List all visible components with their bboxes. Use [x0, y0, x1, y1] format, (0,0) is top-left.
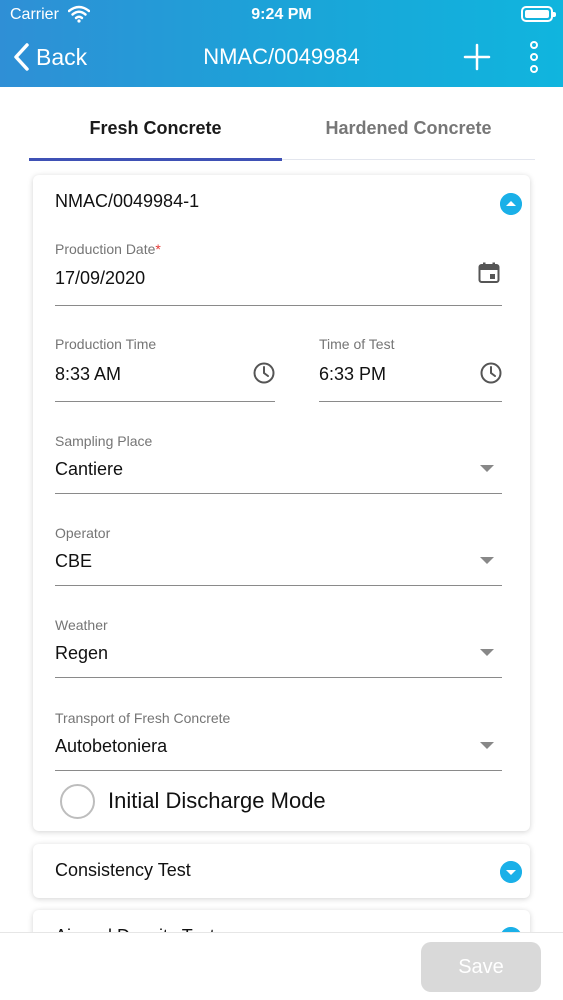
transport-label: Transport of Fresh Concrete [55, 710, 231, 726]
chevron-up-icon[interactable] [500, 193, 522, 215]
time-of-test-field[interactable]: Time of Test 6:33 PM [319, 336, 502, 402]
operator-label: Operator [55, 525, 111, 541]
production-time-field[interactable]: Production Time 8:33 AM [55, 336, 275, 402]
initial-discharge-toggle[interactable]: Initial Discharge Mode [60, 783, 326, 819]
dropdown-arrow-icon [480, 742, 494, 749]
operator-underline [55, 585, 502, 586]
tab-bar: Fresh Concrete Hardened Concrete [29, 98, 535, 161]
production-date-field[interactable]: Production Date* 17/09/2020 [55, 241, 502, 306]
sampling-place-label: Sampling Place [55, 433, 153, 449]
operator-select[interactable]: Operator CBE [55, 525, 502, 587]
status-time: 9:24 PM [251, 6, 312, 23]
dropdown-arrow-icon [480, 649, 494, 656]
weather-underline [55, 677, 502, 678]
calendar-icon[interactable] [478, 262, 500, 284]
weather-label: Weather [55, 617, 108, 633]
sampling-place-underline [55, 493, 502, 494]
weather-value: Regen [55, 643, 109, 663]
battery-icon [521, 6, 556, 22]
initial-discharge-label: Initial Discharge Mode [108, 788, 326, 813]
plus-icon[interactable] [462, 42, 492, 72]
production-date-value: 17/09/2020 [55, 268, 146, 288]
sampling-place-value: Cantiere [55, 459, 124, 479]
time-of-test-label: Time of Test [319, 336, 395, 352]
chevron-down-icon[interactable] [500, 861, 522, 883]
consistency-test-title: Consistency Test [55, 860, 191, 880]
production-time-value: 8:33 AM [55, 364, 122, 384]
consistency-test-section[interactable]: Consistency Test [33, 844, 530, 898]
bottom-action-bar: Save [0, 932, 563, 1000]
app-header: Carrier 9:24 PM Back NMAC/0049984 [0, 0, 563, 87]
production-date-label: Production Date* [55, 241, 161, 257]
transport-value: Autobetoniera [55, 736, 168, 756]
dropdown-arrow-icon [480, 465, 494, 472]
save-button[interactable]: Save [421, 942, 541, 992]
weather-select[interactable]: Weather Regen [55, 617, 502, 679]
operator-value: CBE [55, 551, 93, 571]
sampling-place-select[interactable]: Sampling Place Cantiere [55, 433, 502, 495]
more-vertical-icon[interactable] [522, 40, 546, 74]
status-bar: Carrier 9:24 PM [0, 0, 563, 30]
required-mark: * [155, 241, 161, 257]
clock-icon[interactable] [480, 362, 502, 384]
transport-underline [55, 770, 502, 771]
sample-card: NMAC/0049984-1 Production Date* 17/09/20… [33, 175, 530, 831]
tab-fresh-concrete[interactable]: Fresh Concrete [29, 98, 282, 158]
time-of-test-value: 6:33 PM [319, 364, 387, 384]
sample-title: NMAC/0049984-1 [55, 191, 200, 211]
tab-hardened-concrete[interactable]: Hardened Concrete [282, 98, 535, 158]
dropdown-arrow-icon [480, 557, 494, 564]
clock-icon[interactable] [253, 362, 275, 384]
active-tab-indicator [29, 158, 282, 161]
production-time-underline [55, 401, 275, 402]
transport-select[interactable]: Transport of Fresh Concrete Autobetonier… [55, 710, 502, 772]
production-time-label: Production Time [55, 336, 157, 352]
initial-discharge-radio[interactable] [60, 783, 95, 819]
time-of-test-underline [319, 401, 502, 402]
production-date-underline [55, 305, 502, 306]
